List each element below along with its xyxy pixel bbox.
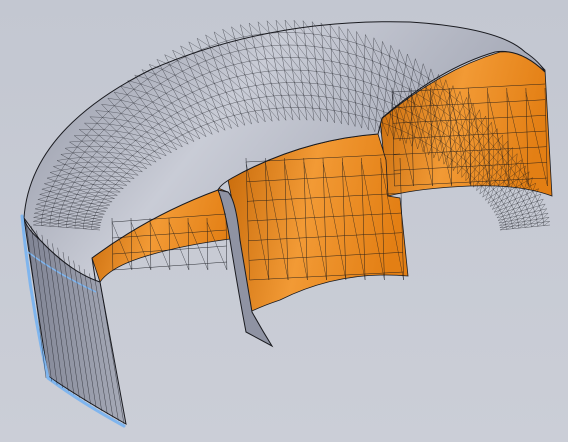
cad-mesh-viewport[interactable] (0, 0, 568, 442)
mesh-scene[interactable] (0, 0, 568, 442)
